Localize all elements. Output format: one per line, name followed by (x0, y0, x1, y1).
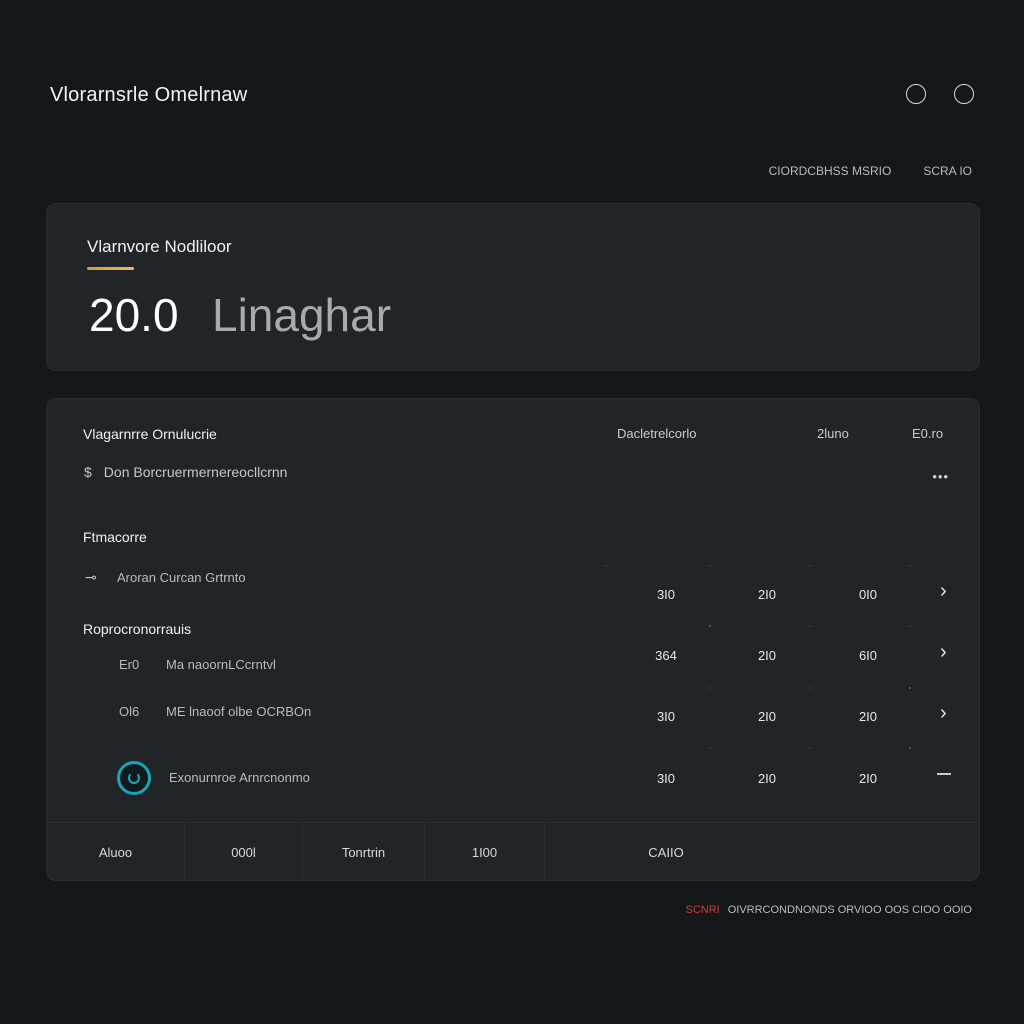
row-4-value-2: 2I0 (757, 771, 777, 786)
data-table-card: Vlagarnrre Ornulucrie Dacletrelcorlo 2lu… (46, 398, 980, 881)
table-footer-tabs: Aluoo 000l Tonrtrin 1I00 CAIIO (47, 822, 979, 880)
footer-tab-4[interactable]: 1I00 (425, 823, 545, 880)
top-meta: CIORDCBHSS MSRIO SCRA IO (769, 164, 972, 178)
row-2-value-1: 364 (655, 648, 677, 663)
separator-dot (909, 565, 911, 567)
footer-tab-3[interactable]: Tonrtrin (303, 823, 425, 880)
link-icon: ⊸ (85, 569, 97, 585)
row-2-value-3: 6I0 (858, 648, 878, 663)
separator-dot (709, 687, 711, 689)
table-subtitle: $ Don Borcruermernereocllcrnn (84, 464, 287, 480)
separator-dot (809, 687, 811, 689)
row-1-value-3: 0I0 (858, 587, 878, 602)
more-options-icon[interactable]: ••• (932, 469, 949, 484)
top-meta-left[interactable]: CIORDCBHSS MSRIO (769, 164, 892, 178)
row-4-value-1: 3I0 (656, 771, 676, 786)
section-label-1: Ftmacorre (83, 529, 147, 545)
summary-label: Vlarnvore Nodliloor (87, 237, 232, 256)
row-2-value-2: 2I0 (757, 648, 777, 663)
row-1-label: Aroran Curcan Grtrnto (117, 570, 246, 585)
separator-dot (709, 747, 711, 749)
top-meta-right[interactable]: SCRA IO (923, 164, 972, 178)
separator-dot (809, 747, 811, 749)
row-3-value-3: 2I0 (858, 709, 878, 724)
row-3-prefix: Ol6 (119, 704, 140, 719)
refresh-ring-icon[interactable] (117, 761, 151, 795)
summary-value: 20.0 (89, 289, 179, 341)
separator-dot (809, 565, 811, 567)
row-2-label: Ma naoornLCcrntvl (166, 657, 276, 672)
separator-dot (709, 565, 711, 567)
row-3-chevron-right-icon[interactable]: › (940, 702, 947, 725)
row-1-value-1: 3I0 (656, 587, 676, 602)
close-circle-icon[interactable] (954, 84, 974, 104)
row-3-value-1: 3I0 (656, 709, 676, 724)
footer-tab-1[interactable]: Aluoo (47, 823, 185, 880)
dollar-icon: $ (84, 464, 92, 480)
minimize-circle-icon[interactable] (906, 84, 926, 104)
separator-dot (605, 565, 607, 567)
status-text: OIVRRCONDNONDS ORVIOO OOS CIOO OOIO (727, 904, 972, 916)
bottom-status: SCNRI OIVRRCONDNONDS ORVIOO OOS CIOO OOI… (685, 904, 972, 916)
row-1-value-2: 2I0 (757, 587, 777, 602)
footer-tab-5[interactable]: CAIIO (545, 823, 787, 880)
column-header-3[interactable]: E0.ro (912, 426, 943, 441)
row-3-label: ME lnaoof olbe OCRBOn (166, 704, 312, 719)
separator-dot (809, 625, 811, 627)
summary-accent-bar (87, 267, 134, 270)
column-header-2[interactable]: 2luno (817, 426, 849, 441)
row-4-dash-icon[interactable] (937, 773, 951, 775)
summary-unit: Linaghar (212, 289, 392, 341)
refresh-ring-inner-icon (128, 772, 140, 784)
row-4-value-3: 2I0 (858, 771, 878, 786)
separator-dot (909, 625, 911, 627)
summary-card: Vlarnvore Nodliloor 20.0 Linaghar (46, 203, 980, 371)
separator-dot (909, 687, 911, 689)
row-2-chevron-right-icon[interactable]: › (940, 641, 947, 664)
app-title: Vlorarnsrle Omelrnaw (50, 84, 248, 106)
row-2-prefix: Er0 (119, 657, 140, 672)
separator-dot (909, 747, 911, 749)
status-alert: SCNRI (685, 904, 720, 916)
row-3-value-2: 2I0 (757, 709, 777, 724)
table-subtitle-text: Don Borcruermernereocllcrnn (103, 464, 288, 480)
row-4-label: Exonurnroe Arnrcnonmo (169, 770, 310, 785)
row-1-chevron-right-icon[interactable]: › (940, 580, 947, 603)
table-title: Vlagarnrre Ornulucrie (83, 426, 217, 442)
window-controls (906, 84, 974, 104)
section-label-2: Roprocronorrauis (83, 621, 192, 637)
column-header-1[interactable]: Dacletrelcorlo (617, 426, 696, 441)
separator-dot (709, 625, 711, 627)
footer-tab-2[interactable]: 000l (185, 823, 303, 880)
